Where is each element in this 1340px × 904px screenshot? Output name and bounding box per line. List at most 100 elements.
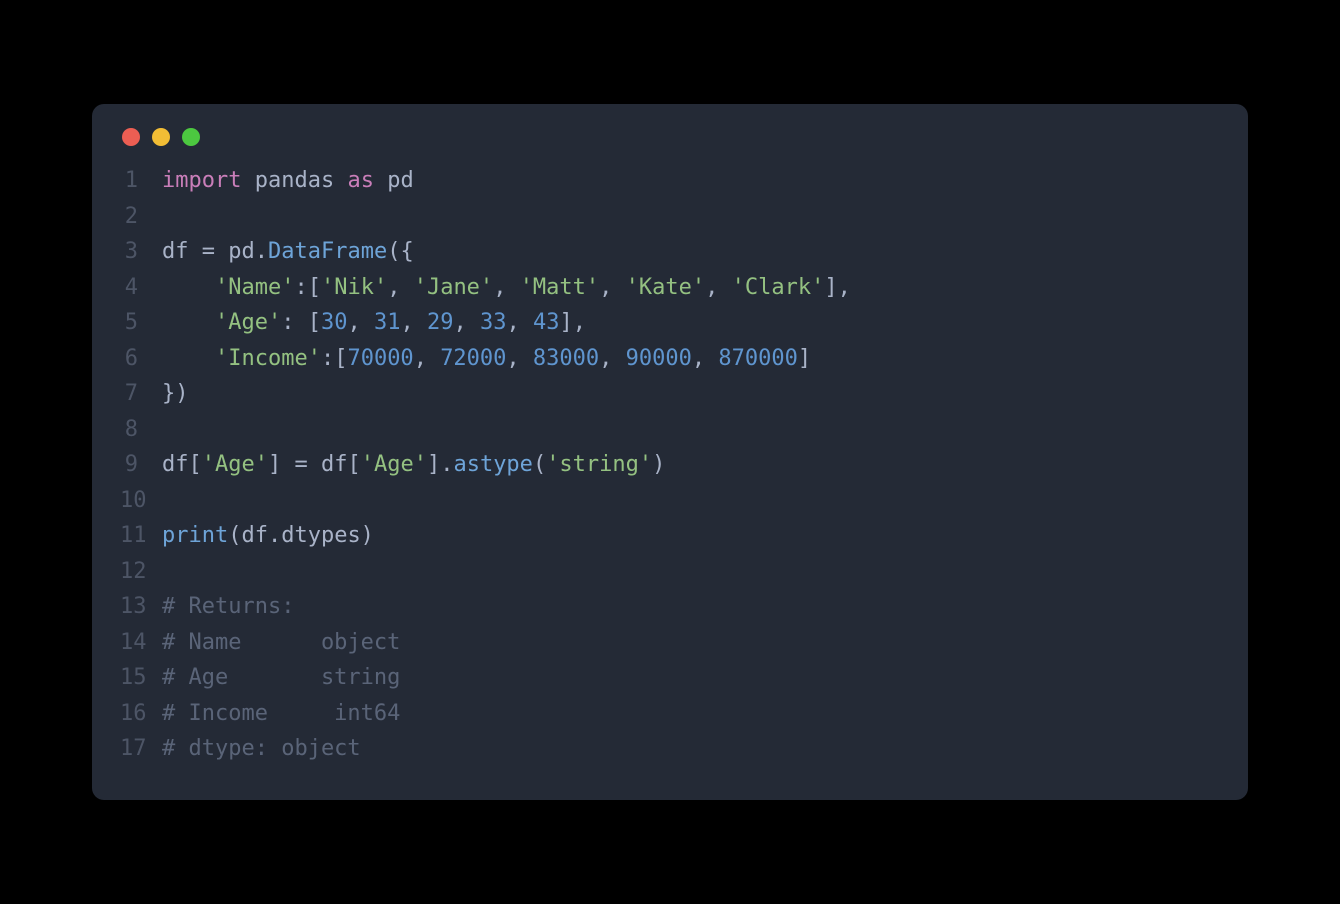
token: ,: [705, 275, 732, 300]
token: 'string': [546, 452, 652, 477]
code-content[interactable]: # dtype: object: [162, 736, 361, 761]
token: pd: [387, 168, 414, 193]
token: ]: [268, 452, 295, 477]
line-number: 4: [120, 275, 162, 300]
token: ({: [387, 239, 414, 264]
code-line[interactable]: 16# Income int64: [120, 701, 1220, 737]
token: 90000: [626, 346, 692, 371]
token: import: [162, 168, 241, 193]
token: 'Matt': [520, 275, 599, 300]
line-number: 8: [120, 417, 162, 442]
token: ): [652, 452, 665, 477]
token: df[: [162, 452, 202, 477]
line-number: 7: [120, 381, 162, 406]
token: 70000: [347, 346, 413, 371]
token: 83000: [533, 346, 599, 371]
token: pandas: [255, 168, 334, 193]
code-line[interactable]: 13# Returns:: [120, 594, 1220, 630]
code-content[interactable]: }): [162, 381, 189, 406]
code-line[interactable]: 17# dtype: object: [120, 736, 1220, 772]
token: pd.: [215, 239, 268, 264]
code-line[interactable]: 6 'Income':[70000, 72000, 83000, 90000, …: [120, 346, 1220, 382]
token: :[: [321, 346, 348, 371]
code-content[interactable]: 'Age': [30, 31, 29, 33, 43],: [162, 310, 586, 335]
code-line[interactable]: 8: [120, 417, 1220, 453]
code-content[interactable]: # Income int64: [162, 701, 400, 726]
code-line[interactable]: 15# Age string: [120, 665, 1220, 701]
token: ]: [798, 346, 811, 371]
token: (df.dtypes): [228, 523, 374, 548]
minimize-icon[interactable]: [152, 128, 170, 146]
token: # Returns:: [162, 594, 294, 619]
token: 'Age': [215, 310, 281, 335]
line-number: 12: [120, 559, 162, 584]
token: df[: [308, 452, 361, 477]
token: 30: [321, 310, 348, 335]
token: DataFrame: [268, 239, 387, 264]
token: ,: [400, 310, 427, 335]
token: : [: [281, 310, 321, 335]
token: ,: [599, 346, 626, 371]
code-content[interactable]: import pandas as pd: [162, 168, 414, 193]
code-line[interactable]: 11print(df.dtypes): [120, 523, 1220, 559]
code-content[interactable]: 'Income':[70000, 72000, 83000, 90000, 87…: [162, 346, 811, 371]
code-line[interactable]: 10: [120, 488, 1220, 524]
code-line[interactable]: 3df = pd.DataFrame({: [120, 239, 1220, 275]
code-content[interactable]: print(df.dtypes): [162, 523, 374, 548]
line-number: 6: [120, 346, 162, 371]
code-line[interactable]: 12: [120, 559, 1220, 595]
code-content[interactable]: df = pd.DataFrame({: [162, 239, 414, 264]
token: 'Age': [361, 452, 427, 477]
token: }): [162, 381, 189, 406]
code-line[interactable]: 7}): [120, 381, 1220, 417]
token: ,: [506, 310, 533, 335]
token: ,: [493, 275, 520, 300]
line-number: 1: [120, 168, 162, 193]
code-content[interactable]: 'Name':['Nik', 'Jane', 'Matt', 'Kate', '…: [162, 275, 851, 300]
maximize-icon[interactable]: [182, 128, 200, 146]
token: ],: [559, 310, 586, 335]
token: ,: [599, 275, 626, 300]
token: df: [162, 239, 202, 264]
code-content[interactable]: df['Age'] = df['Age'].astype('string'): [162, 452, 665, 477]
line-number: 9: [120, 452, 162, 477]
token: 'Nik': [321, 275, 387, 300]
token: ,: [692, 346, 719, 371]
token: [241, 168, 254, 193]
code-line[interactable]: 1import pandas as pd: [120, 168, 1220, 204]
line-number: 15: [120, 665, 162, 690]
code-content[interactable]: # Returns:: [162, 594, 294, 619]
token: [374, 168, 387, 193]
code-line[interactable]: 14# Name object: [120, 630, 1220, 666]
code-area[interactable]: 1import pandas as pd2 3df = pd.DataFrame(…: [92, 166, 1248, 772]
line-number: 11: [120, 523, 162, 548]
line-number: 2: [120, 204, 162, 229]
window-titlebar: [92, 128, 1248, 166]
token: 'Age': [202, 452, 268, 477]
code-content[interactable]: # Name object: [162, 630, 400, 655]
token: :[: [294, 275, 321, 300]
code-content[interactable]: # Age string: [162, 665, 400, 690]
token: 'Name': [215, 275, 294, 300]
token: # Name object: [162, 630, 400, 655]
token: [162, 310, 215, 335]
code-line[interactable]: 5 'Age': [30, 31, 29, 33, 43],: [120, 310, 1220, 346]
code-line[interactable]: 2: [120, 204, 1220, 240]
code-line[interactable]: 9df['Age'] = df['Age'].astype('string'): [120, 452, 1220, 488]
token: ,: [453, 310, 480, 335]
token: ,: [506, 346, 533, 371]
token: 'Clark': [732, 275, 825, 300]
line-number: 14: [120, 630, 162, 655]
line-number: 17: [120, 736, 162, 761]
token: 33: [480, 310, 507, 335]
token: # Income int64: [162, 701, 400, 726]
close-icon[interactable]: [122, 128, 140, 146]
token: =: [202, 239, 215, 264]
code-line[interactable]: 4 'Name':['Nik', 'Jane', 'Matt', 'Kate',…: [120, 275, 1220, 311]
line-number: 5: [120, 310, 162, 335]
token: astype: [453, 452, 532, 477]
token: ,: [347, 310, 374, 335]
token: =: [294, 452, 307, 477]
line-number: 13: [120, 594, 162, 619]
token: # Age string: [162, 665, 400, 690]
